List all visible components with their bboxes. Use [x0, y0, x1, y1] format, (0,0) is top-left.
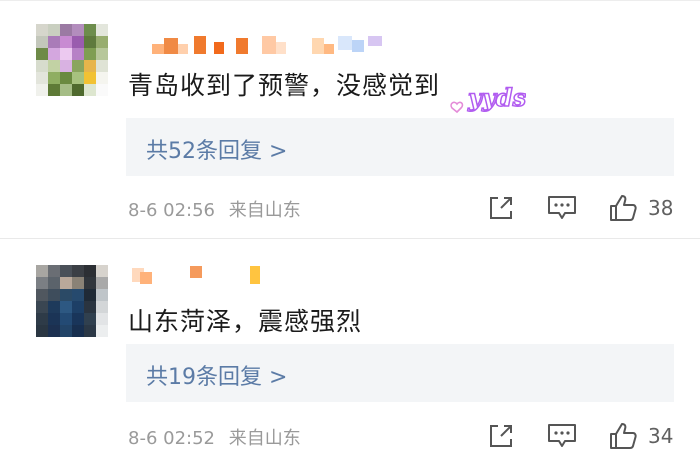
reply-box[interactable]: 共19条回复 >: [126, 344, 674, 402]
comment-meta: 8-6 02:56 来自山东: [128, 196, 301, 222]
location: 来自山东: [228, 428, 301, 449]
thumbs-up-icon[interactable]: [608, 193, 638, 223]
username-redacted[interactable]: [152, 34, 384, 56]
yyds-sticker: yyds: [450, 82, 526, 114]
comment-meta: 8-6 02:52 来自山东: [128, 424, 301, 450]
view-replies-link[interactable]: 共19条回复 >: [146, 359, 287, 391]
share-icon[interactable]: [487, 194, 515, 222]
username-redacted[interactable]: [132, 264, 272, 286]
location: 来自山东: [228, 200, 301, 221]
comment-item: 青岛收到了预警，没感觉到 yyds 共52条回复 > 8-6 02:56 来自山…: [0, 0, 700, 238]
avatar[interactable]: [36, 24, 108, 96]
comment-icon[interactable]: [547, 194, 577, 222]
like-count: 34: [648, 424, 674, 448]
reply-box[interactable]: 共52条回复 >: [126, 118, 674, 176]
view-replies-link[interactable]: 共52条回复 >: [146, 133, 287, 165]
like-count: 38: [648, 196, 674, 220]
yyds-sticker-text: yyds: [467, 83, 526, 112]
comment-icon[interactable]: [547, 422, 577, 450]
avatar[interactable]: [36, 265, 108, 337]
timestamp: 8-6 02:52: [128, 428, 215, 449]
comment-item: 山东菏泽，震感强烈 共19条回复 > 8-6 02:52 来自山东 34: [0, 238, 700, 466]
comment-text: 青岛收到了预警，没感觉到: [128, 71, 441, 100]
share-icon[interactable]: [487, 422, 515, 450]
timestamp: 8-6 02:56: [128, 200, 215, 221]
comment-text: 山东菏泽，震感强烈: [128, 307, 363, 336]
thumbs-up-icon[interactable]: [608, 421, 638, 451]
